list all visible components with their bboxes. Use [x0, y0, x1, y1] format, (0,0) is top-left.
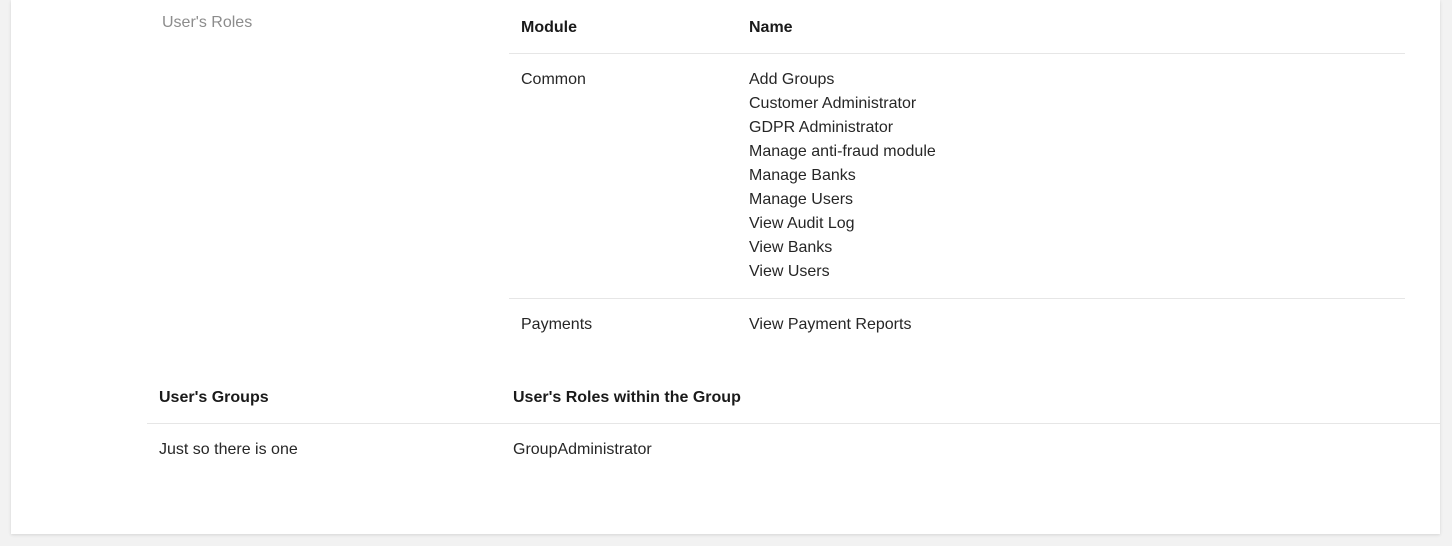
users-groups-table: User's Groups User's Roles within the Gr… [147, 368, 1440, 472]
users-roles-label: User's Roles [162, 14, 253, 31]
role-name: Customer Administrator [749, 95, 917, 112]
role-name: Manage anti-fraud module [749, 143, 936, 160]
role-name: View Audit Log [749, 215, 855, 232]
table-row: Payments View Payment Reports [509, 299, 1405, 351]
role-name: View Users [749, 263, 830, 280]
groups-table-header: User's Groups User's Roles within the Gr… [147, 368, 1440, 424]
user-details-card: User's Roles Module Name Common Add Grou… [11, 0, 1440, 534]
table-row: Common Add Groups Customer Administrator… [509, 54, 1405, 299]
group-roles-cell: GroupAdministrator [513, 441, 652, 458]
groups-column-header: User's Groups [159, 389, 269, 406]
users-roles-table: Module Name Common Add Groups Customer A… [509, 0, 1405, 351]
group-name-cell: Just so there is one [159, 441, 298, 458]
role-name: View Payment Reports [749, 316, 912, 333]
role-name: Manage Banks [749, 167, 856, 184]
role-names-cell: Add Groups Customer Administrator GDPR A… [749, 68, 1405, 284]
role-module-cell: Common [521, 71, 586, 88]
name-column-header: Name [749, 19, 793, 36]
roles-table-header: Module Name [509, 0, 1405, 54]
role-module-cell: Payments [521, 316, 593, 333]
role-name: View Banks [749, 239, 833, 256]
table-row: Just so there is one GroupAdministrator [147, 424, 1440, 472]
module-column-header: Module [521, 19, 577, 36]
group-roles-column-header: User's Roles within the Group [513, 389, 741, 406]
role-names-cell: View Payment Reports [749, 313, 1405, 337]
role-name: Add Groups [749, 71, 835, 88]
role-name: GDPR Administrator [749, 119, 894, 136]
role-name: Manage Users [749, 191, 854, 208]
